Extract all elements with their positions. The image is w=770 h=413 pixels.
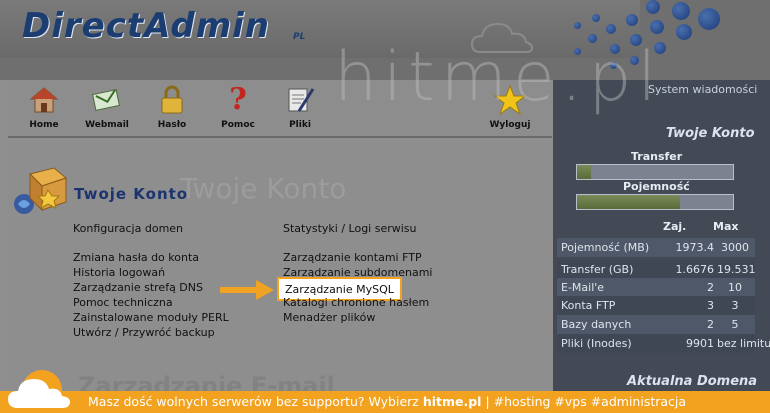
stat-max: bez limitu [717, 337, 770, 350]
promo-text: Masz dość wolnych serwerów bez supportu?… [88, 394, 686, 409]
section-ghost-title: Twoje Konto [180, 172, 347, 205]
stat-row: Bazy danych 2 5 [557, 315, 755, 334]
stat-used: 1.6676 [675, 263, 715, 276]
stat-max: 19.531 [717, 263, 756, 276]
link-tech-support[interactable]: Pomoc techniczna [73, 296, 173, 309]
stat-used: 2 [707, 318, 714, 331]
toolbar-label-password: Hasło [157, 120, 187, 130]
transfer-label: Transfer [631, 150, 683, 163]
stat-name: Transfer (GB) [561, 263, 634, 276]
stat-name: Pliki (Inodes) [561, 337, 632, 350]
stat-max: 10 [728, 281, 742, 294]
section-title: Twoje Konto [74, 185, 189, 203]
promo-separator: | [481, 394, 494, 409]
stat-row: Konta FTP 3 3 [557, 296, 755, 315]
link-domain-config[interactable]: Konfiguracja domen [73, 222, 183, 235]
col-max-header: Max [713, 220, 739, 233]
account-panel-title: Twoje Konto [666, 126, 755, 141]
toolbar-help[interactable]: ? Pomoc [216, 82, 260, 131]
home-icon [27, 84, 61, 116]
help-icon: ? [229, 82, 247, 117]
stat-row: Pojemność (MB) 1973.4 3000 [557, 238, 755, 257]
stat-max: 3000 [721, 241, 749, 254]
toolbar-password[interactable]: Hasło [150, 84, 194, 130]
stat-row: Pliki (Inodes) 9901 bez limitu [557, 334, 770, 353]
webmail-icon [90, 84, 124, 116]
account-box-icon [14, 167, 68, 214]
toolbar-label-home: Home [29, 120, 59, 130]
hitme-cloud-icon [8, 370, 70, 410]
promo-brand[interactable]: hitme.pl [423, 394, 482, 409]
promo-tags: #hosting #vps #administracja [493, 394, 687, 409]
link-change-password[interactable]: Zmiana hasła do konta [73, 251, 199, 264]
link-backup[interactable]: Utwórz / Przywróć backup [73, 326, 215, 339]
stat-used: 3 [707, 299, 714, 312]
hitme-watermark: hitme.pl [334, 38, 663, 117]
stat-name: Pojemność (MB) [561, 241, 650, 254]
stat-max: 5 [731, 318, 739, 331]
stat-used: 9901 [686, 337, 714, 350]
toolbar-label-webmail: Webmail [85, 120, 129, 130]
link-stats-logs[interactable]: Statystyki / Logi serwisu [283, 222, 417, 235]
stat-name: E-Mail'e [561, 281, 605, 294]
link-protected-dirs[interactable]: Katalogi chronione hasłem [283, 296, 429, 309]
capacity-label: Pojemność [623, 180, 690, 193]
stat-used: 1973.4 [675, 241, 715, 254]
link-login-history[interactable]: Historia logowań [73, 266, 165, 279]
link-file-manager[interactable]: Menadżer plików [283, 311, 375, 324]
stat-row: Transfer (GB) 1.6676 19.531 [557, 260, 756, 279]
toolbar-home[interactable]: Home [22, 84, 66, 130]
stat-name: Konta FTP [561, 299, 616, 312]
link-ftp-accounts[interactable]: Zarządzanie kontami FTP [283, 251, 422, 264]
toolbar-label-help: Pomoc [221, 120, 255, 130]
toolbar-files[interactable]: Pliki [278, 84, 322, 130]
stat-max: 3 [731, 299, 739, 312]
transfer-bar [576, 164, 734, 180]
toolbar-webmail[interactable]: Webmail [82, 84, 132, 130]
stat-row: E-Mail'e 2 10 [557, 278, 755, 297]
toolbar-label-files: Pliki [289, 120, 311, 130]
stat-name: Bazy danych [561, 318, 632, 331]
col-used-header: Zaj. [663, 220, 687, 233]
logo-suffix: PL [293, 32, 306, 42]
capacity-bar [576, 194, 734, 210]
directadmin-logo[interactable]: DirectAdmin [22, 6, 270, 46]
link-perl-modules[interactable]: Zainstalowane moduły PERL [73, 311, 229, 324]
files-icon [283, 84, 317, 116]
highlight-arrow-icon [220, 280, 274, 300]
promo-message: Masz dość wolnych serwerów bez supportu?… [88, 394, 423, 409]
capacity-bar-fill [577, 195, 680, 209]
toolbar-label-logout: Wyloguj [489, 120, 531, 130]
system-messages-link[interactable]: System wiadomości [648, 83, 757, 96]
current-domain-title: Aktualna Domena [627, 374, 758, 389]
transfer-bar-fill [577, 165, 592, 179]
stat-used: 2 [707, 281, 714, 294]
link-dns-zone[interactable]: Zarządzanie strefą DNS [73, 281, 203, 294]
lock-icon [155, 84, 189, 116]
